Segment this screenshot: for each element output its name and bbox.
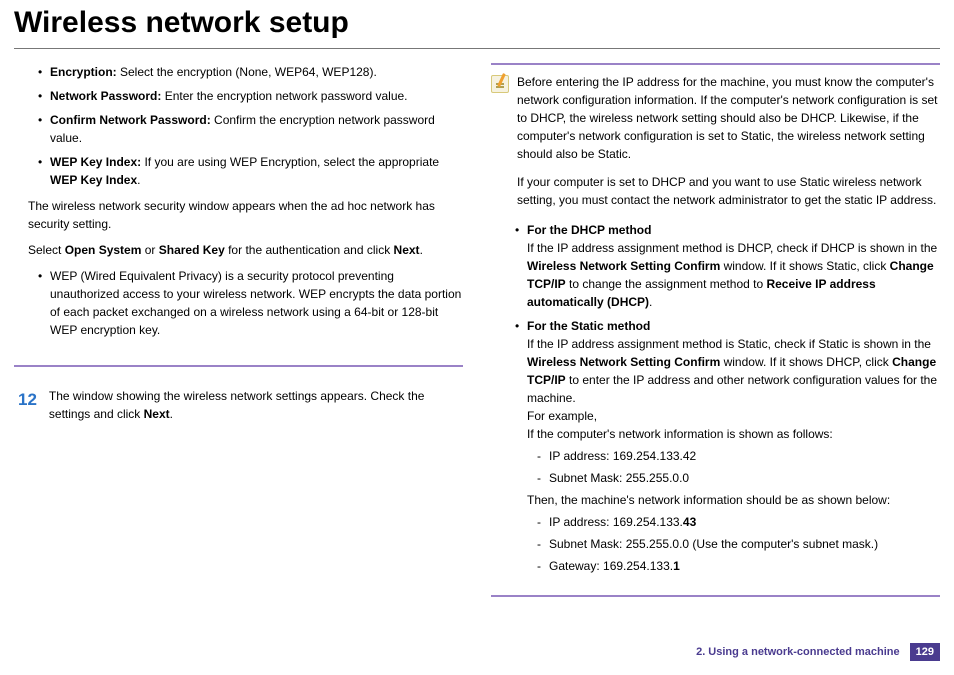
note-text-1: Before entering the IP address for the m… <box>517 73 940 163</box>
list-item: Confirm Network Password: Confirm the en… <box>38 111 463 147</box>
step-number: 12 <box>18 387 37 423</box>
list-item: Subnet Mask: 255.255.0.0 <box>537 469 940 487</box>
left-column: Encryption: Select the encryption (None,… <box>14 63 463 597</box>
list-item: WEP (Wired Equivalent Privacy) is a secu… <box>38 267 463 339</box>
list-item: Network Password: Enter the encryption n… <box>38 87 463 105</box>
list-item: Gateway: 169.254.133.1 <box>537 557 940 575</box>
auth-select-note: Select Open System or Shared Key for the… <box>28 241 463 259</box>
wep-definition-list: WEP (Wired Equivalent Privacy) is a secu… <box>14 267 463 339</box>
list-item: Subnet Mask: 255.255.0.0 (Use the comput… <box>537 535 940 553</box>
page-number: 129 <box>910 643 940 661</box>
title-divider <box>14 48 940 49</box>
note-pencil-icon <box>491 75 509 93</box>
dhcp-text: If the IP address assignment method is D… <box>527 239 940 311</box>
security-window-note: The wireless network security window app… <box>28 197 463 233</box>
list-item: IP address: 169.254.133.42 <box>537 447 940 465</box>
list-item: Encryption: Select the encryption (None,… <box>38 63 463 81</box>
list-item: WEP Key Index: If you are using WEP Encr… <box>38 153 463 189</box>
machine-network-info: IP address: 169.254.133.43 Subnet Mask: … <box>527 509 940 575</box>
dhcp-method-item: For the DHCP method If the IP address as… <box>515 221 940 311</box>
static-method-item: For the Static method If the IP address … <box>515 317 940 575</box>
static-text: If the IP address assignment method is S… <box>527 335 940 407</box>
list-item: IP address: 169.254.133.43 <box>537 513 940 531</box>
step-text: The window showing the wireless network … <box>49 387 463 423</box>
methods-list: For the DHCP method If the IP address as… <box>491 221 940 575</box>
example-intro: If the computer's network information is… <box>527 425 940 443</box>
encryption-bullets: Encryption: Select the encryption (None,… <box>14 63 463 189</box>
footer-chapter: 2. Using a network-connected machine <box>696 646 900 658</box>
computer-network-info: IP address: 169.254.133.42 Subnet Mask: … <box>527 443 940 487</box>
footer: 2. Using a network-connected machine 129 <box>696 643 940 661</box>
right-column: Before entering the IP address for the m… <box>491 63 940 597</box>
then-label: Then, the machine's network information … <box>527 491 940 509</box>
content-columns: Encryption: Select the encryption (None,… <box>0 53 954 597</box>
note-text-2: If your computer is set to DHCP and you … <box>517 173 940 209</box>
page-title: Wireless network setup <box>0 0 954 46</box>
note-block: Before entering the IP address for the m… <box>491 73 940 209</box>
step-12: 12 The window showing the wireless netwo… <box>14 387 463 423</box>
example-label: For example, <box>527 407 940 425</box>
